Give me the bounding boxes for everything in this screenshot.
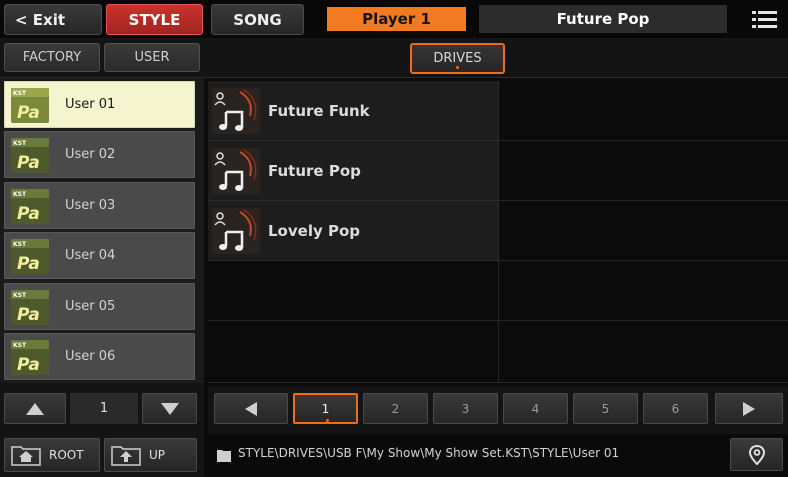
bank-page-display: 1 [70, 393, 138, 424]
bank-item[interactable]: KST Pa User 02 [4, 131, 195, 178]
style-grid: Future Funk Future Pop Lovely Pop [208, 81, 788, 383]
exit-button[interactable]: < Exit [4, 4, 102, 35]
page-button[interactable]: 5 [573, 393, 638, 424]
folder-pa-icon: KST Pa [9, 236, 51, 276]
svg-text:KST: KST [13, 140, 27, 147]
next-page-button[interactable] [715, 393, 783, 424]
bank-item[interactable]: KST Pa User 03 [4, 182, 195, 229]
style-mode-button[interactable]: STYLE [106, 4, 203, 35]
empty-slot [208, 321, 499, 383]
empty-slot [499, 141, 788, 201]
svg-text:Pa: Pa [17, 204, 40, 224]
home-folder-icon [11, 446, 41, 466]
arrow-down-icon [160, 402, 179, 415]
root-button[interactable]: ROOT [4, 438, 100, 472]
up-folder-icon [111, 446, 141, 466]
empty-slot [499, 321, 788, 383]
empty-slot [499, 81, 788, 141]
arrow-left-icon [245, 401, 257, 416]
arrow-right-icon [743, 401, 755, 416]
svg-text:KST: KST [13, 342, 27, 349]
style-item[interactable]: Future Pop [208, 141, 499, 201]
up-button[interactable]: UP [104, 438, 197, 472]
empty-slot [208, 261, 499, 321]
svg-text:Pa: Pa [17, 254, 40, 274]
bank-item-label: User 02 [65, 147, 116, 162]
drives-tab[interactable]: DRIVES [410, 43, 505, 74]
svg-text:Pa: Pa [17, 153, 40, 173]
empty-slot [499, 261, 788, 321]
folder-pa-icon: KST Pa [9, 337, 51, 377]
style-item-label: Future Pop [268, 161, 361, 180]
style-item-label: Future Funk [268, 101, 370, 120]
style-item-label: Lovely Pop [268, 221, 360, 240]
factory-tab[interactable]: FACTORY [4, 43, 100, 72]
folder-pa-icon: KST Pa [9, 186, 51, 226]
bank-item-label: User 05 [65, 299, 116, 314]
bank-item[interactable]: KST Pa User 05 [4, 283, 195, 330]
svg-text:Pa: Pa [17, 103, 40, 123]
path-folder-icon [217, 447, 231, 466]
page-button[interactable]: 6 [643, 393, 708, 424]
location-pin-icon [748, 444, 765, 465]
scroll-down-button[interactable] [142, 393, 197, 424]
style-note-icon [212, 147, 260, 194]
svg-text:KST: KST [13, 90, 27, 97]
svg-text:KST: KST [13, 241, 27, 248]
style-item[interactable]: Future Funk [208, 81, 499, 141]
style-item[interactable]: Lovely Pop [208, 201, 499, 261]
bank-item-label: User 06 [65, 349, 116, 364]
up-label: UP [149, 448, 166, 462]
style-note-icon [212, 87, 260, 134]
bank-item[interactable]: KST Pa User 06 [4, 333, 195, 380]
user-tab[interactable]: USER [104, 43, 200, 72]
page-button[interactable]: 2 [363, 393, 428, 424]
player-tab[interactable]: Player 1 [327, 7, 466, 31]
style-note-icon [212, 207, 260, 254]
root-label: ROOT [49, 448, 84, 462]
folder-pa-icon: KST Pa [9, 85, 51, 125]
bank-item-label: User 01 [65, 97, 116, 112]
svg-text:Pa: Pa [17, 305, 40, 325]
song-mode-button[interactable]: SONG [211, 4, 304, 35]
bank-item-label: User 03 [65, 198, 116, 213]
svg-text:Pa: Pa [17, 355, 40, 375]
menu-icon[interactable] [750, 8, 780, 30]
bank-item[interactable]: KST Pa User 04 [4, 232, 195, 279]
svg-text:KST: KST [13, 292, 27, 299]
prev-page-button[interactable] [214, 393, 288, 424]
empty-slot [499, 201, 788, 261]
page-button[interactable]: 4 [503, 393, 568, 424]
active-page-indicator [326, 419, 329, 422]
path-text: STYLE\DRIVES\USB F\My Show\My Show Set.K… [238, 446, 620, 460]
scroll-up-button[interactable] [4, 393, 66, 424]
drives-indicator [456, 66, 459, 69]
bank-item-label: User 04 [65, 248, 116, 263]
arrow-up-icon [26, 402, 44, 415]
svg-text:KST: KST [13, 191, 27, 198]
song-name-display[interactable]: Future Pop [479, 5, 727, 33]
locate-button[interactable] [730, 438, 783, 471]
bank-item[interactable]: KST Pa User 01 [4, 81, 195, 128]
folder-pa-icon: KST Pa [9, 287, 51, 327]
page-button[interactable]: 3 [433, 393, 498, 424]
folder-pa-icon: KST Pa [9, 135, 51, 175]
